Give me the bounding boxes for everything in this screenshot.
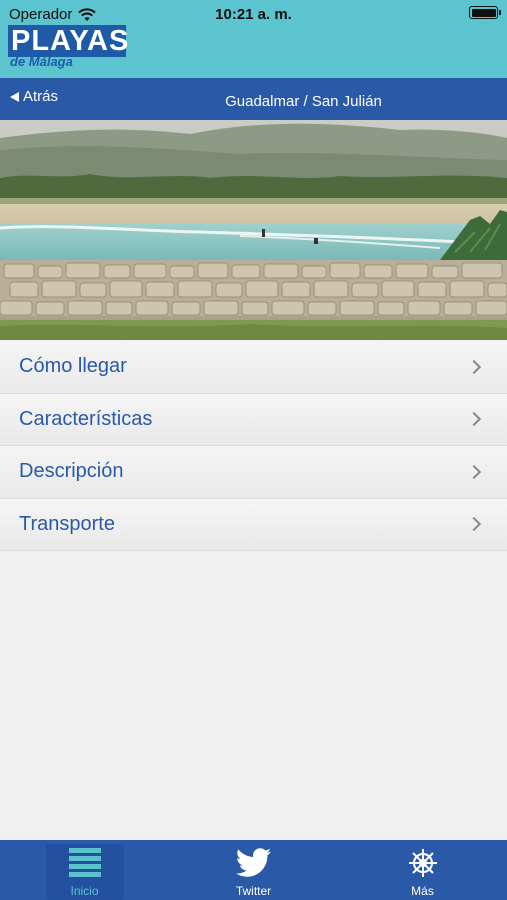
- tab-mas[interactable]: Más: [338, 840, 507, 900]
- menu-item-transporte[interactable]: Transporte: [0, 498, 507, 551]
- logo-main-text: PLAYAS: [8, 25, 128, 57]
- back-button[interactable]: Atrás: [10, 88, 58, 105]
- chevron-right-icon: [466, 359, 482, 374]
- ship-wheel-icon: [408, 849, 437, 877]
- page-title: Guadalmar / San Julián: [225, 93, 382, 110]
- menu-item-label: Transporte: [19, 512, 115, 535]
- menu-item-label: Características: [19, 407, 153, 430]
- battery-icon: [469, 6, 501, 19]
- back-arrow-icon: [10, 91, 19, 102]
- tab-twitter[interactable]: Twitter: [169, 840, 338, 900]
- logo-sub-text: de Málaga: [10, 54, 73, 69]
- menu-item-caracteristicas[interactable]: Características: [0, 393, 507, 446]
- status-bar: Operador 10:21 a. m. PLAYAS de Málaga: [0, 0, 507, 78]
- beach-photo-illustration: [0, 120, 507, 340]
- beach-info-menu: Cómo llegar Características Descripción …: [0, 341, 507, 551]
- menu-item-label: Cómo llegar: [19, 355, 127, 378]
- navigation-bar: Atrás Guadalmar / San Julián: [0, 78, 507, 120]
- beach-photo: [0, 120, 507, 340]
- tab-label: Twitter: [235, 884, 272, 898]
- list-icon: [68, 848, 101, 877]
- tab-bar: Inicio Twitter Más: [0, 840, 507, 900]
- menu-item-label: Descripción: [19, 460, 124, 483]
- menu-item-descripcion[interactable]: Descripción: [0, 446, 507, 499]
- menu-item-como-llegar[interactable]: Cómo llegar: [0, 341, 507, 394]
- status-time: 10:21 a. m.: [215, 6, 292, 23]
- app-logo: PLAYAS de Málaga: [8, 25, 128, 69]
- back-label: Atrás: [23, 88, 59, 105]
- tab-inicio[interactable]: Inicio: [0, 840, 169, 900]
- twitter-bird-icon: [235, 848, 271, 877]
- chevron-right-icon: [466, 412, 482, 427]
- chevron-right-icon: [466, 517, 482, 532]
- tab-label: Más: [411, 884, 434, 898]
- chevron-right-icon: [466, 464, 482, 479]
- tab-label: Inicio: [70, 884, 99, 898]
